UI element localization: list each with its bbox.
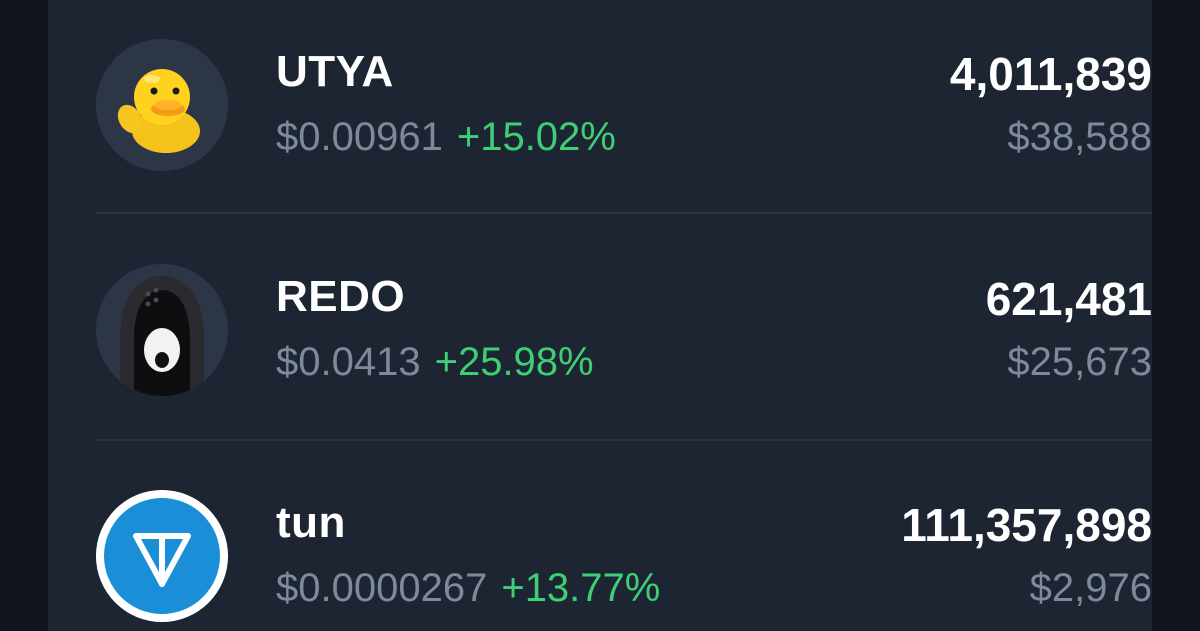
token-value: $25,673	[1007, 340, 1152, 384]
token-list-panel: UTYA $0.00961 +15.02% 4,011,839 $38,588	[48, 0, 1152, 631]
token-name: UTYA	[276, 47, 394, 96]
token-amount: 111,357,898	[901, 499, 1152, 551]
row-divider	[96, 212, 1152, 214]
row-divider	[96, 439, 1152, 441]
token-avatar	[96, 39, 228, 171]
hooded-figure-icon	[96, 264, 228, 396]
token-avatar	[96, 264, 228, 396]
ton-diamond-icon	[96, 490, 228, 622]
token-name: REDO	[276, 272, 406, 321]
token-amount: 621,481	[985, 273, 1152, 325]
token-row-redo[interactable]: REDO $0.0413 +25.98% 621,481 $25,673	[96, 250, 1152, 430]
token-value: $2,976	[1029, 566, 1152, 610]
token-change: +15.02%	[456, 115, 616, 159]
token-avatar	[96, 490, 228, 622]
token-price: $0.00961	[276, 115, 443, 159]
token-change: +25.98%	[434, 340, 594, 384]
token-price: $0.0000267	[276, 566, 488, 610]
token-amount: 4,011,839	[949, 48, 1152, 100]
token-row-tun[interactable]: tun $0.0000267 +13.77% 111,357,898 $2,976	[96, 476, 1152, 631]
token-row-utya[interactable]: UTYA $0.00961 +15.02% 4,011,839 $38,588	[96, 25, 1152, 205]
token-name: tun	[276, 498, 346, 547]
duck-icon	[96, 39, 228, 171]
token-price-line: $0.00961 +15.02%	[276, 115, 616, 160]
token-value: $38,588	[1007, 115, 1152, 159]
token-price-line: $0.0000267 +13.77%	[276, 566, 660, 611]
token-price-line: $0.0413 +25.98%	[276, 340, 594, 385]
token-change: +13.77%	[501, 566, 661, 610]
token-price: $0.0413	[276, 340, 421, 384]
